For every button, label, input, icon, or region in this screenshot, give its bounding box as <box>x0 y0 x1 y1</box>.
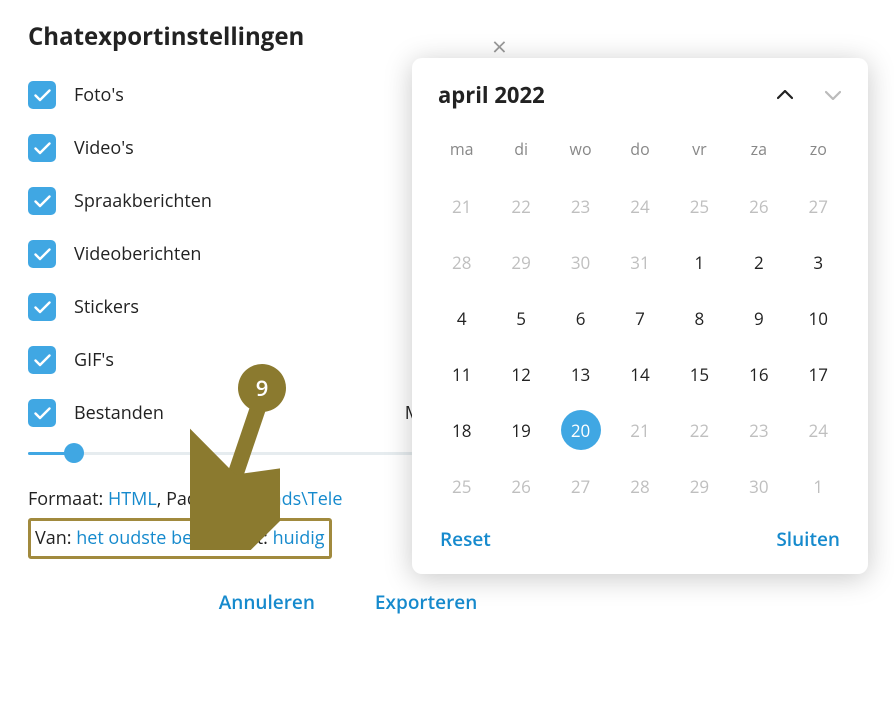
range-sep: , tot: <box>230 526 272 550</box>
checkbox-label: Bestanden <box>74 401 164 425</box>
calendar-day[interactable]: 7 <box>610 290 669 346</box>
annotation-badge: 9 <box>238 364 286 412</box>
calendar-day[interactable]: 12 <box>491 346 550 402</box>
calendar-day[interactable]: 22 <box>491 178 550 234</box>
calendar-day[interactable]: 28 <box>610 458 669 514</box>
date-range-line: Van: het oudste bericht, tot: huidig <box>35 524 325 553</box>
checkbox[interactable] <box>28 293 56 321</box>
calendar-day[interactable]: 30 <box>729 458 788 514</box>
slider-thumb[interactable] <box>64 443 84 463</box>
checkbox-label: Stickers <box>74 295 139 319</box>
date-range-highlight: Van: het oudste bericht, tot: huidig <box>28 518 332 559</box>
format-link[interactable]: HTML <box>108 487 157 511</box>
checkbox[interactable] <box>28 240 56 268</box>
chevron-down-icon[interactable] <box>824 86 842 104</box>
calendar-dow: zo <box>789 128 848 178</box>
range-to-link[interactable]: huidig <box>273 526 325 550</box>
calendar-day[interactable]: 29 <box>670 458 729 514</box>
checkbox[interactable] <box>28 346 56 374</box>
calendar-day[interactable]: 16 <box>729 346 788 402</box>
calendar-day[interactable]: 6 <box>551 290 610 346</box>
page-title: Chatexportinstellingen <box>28 20 508 53</box>
calendar-day[interactable]: 23 <box>551 178 610 234</box>
range-from-label: Van: <box>35 526 76 550</box>
calendar-footer: Reset Sluiten <box>432 518 848 554</box>
calendar-dow: vr <box>670 128 729 178</box>
calendar-day-selected[interactable]: 20 <box>551 402 610 458</box>
calendar-day[interactable]: 21 <box>610 402 669 458</box>
checkbox[interactable] <box>28 187 56 215</box>
calendar-dow: za <box>729 128 788 178</box>
calendar-day[interactable]: 22 <box>670 402 729 458</box>
calendar-day[interactable]: 15 <box>670 346 729 402</box>
checkbox-label: Videoberichten <box>74 242 201 266</box>
range-from-link[interactable]: het oudste bericht <box>76 526 230 550</box>
calendar-day[interactable]: 14 <box>610 346 669 402</box>
checkbox-label: Foto's <box>74 83 124 107</box>
calendar-grid: madiwodovrzazo21222324252627282930311234… <box>432 128 848 514</box>
chevron-up-icon[interactable] <box>776 86 794 104</box>
calendar-header: april 2022 <box>432 80 848 110</box>
calendar-day[interactable]: 3 <box>789 234 848 290</box>
calendar-day[interactable]: 30 <box>551 234 610 290</box>
format-label: Formaat: <box>28 487 108 511</box>
calendar-day[interactable]: 23 <box>729 402 788 458</box>
calendar-close-button[interactable]: Sluiten <box>776 526 840 552</box>
dialog-buttons: Annuleren Exporteren <box>28 589 508 615</box>
calendar-day[interactable]: 10 <box>789 290 848 346</box>
calendar-day[interactable]: 4 <box>432 290 491 346</box>
cancel-button[interactable]: Annuleren <box>219 589 315 615</box>
calendar-day[interactable]: 13 <box>551 346 610 402</box>
calendar-day[interactable]: 11 <box>432 346 491 402</box>
calendar-day[interactable]: 1 <box>670 234 729 290</box>
calendar-day[interactable]: 27 <box>789 178 848 234</box>
calendar-day[interactable]: 19 <box>491 402 550 458</box>
calendar-day[interactable]: 29 <box>491 234 550 290</box>
calendar-day[interactable]: 27 <box>551 458 610 514</box>
checkbox[interactable] <box>28 399 56 427</box>
calendar-day[interactable]: 5 <box>491 290 550 346</box>
calendar-day[interactable]: 28 <box>432 234 491 290</box>
calendar-day[interactable]: 8 <box>670 290 729 346</box>
calendar-dow: do <box>610 128 669 178</box>
calendar-popup: april 2022 madiwodovrzazo212223242526272… <box>412 58 868 574</box>
export-button[interactable]: Exporteren <box>375 589 477 615</box>
calendar-day[interactable]: 18 <box>432 402 491 458</box>
calendar-day[interactable]: 31 <box>610 234 669 290</box>
calendar-title: april 2022 <box>438 80 776 110</box>
calendar-reset-button[interactable]: Reset <box>440 526 491 552</box>
calendar-day[interactable]: 2 <box>729 234 788 290</box>
calendar-day[interactable]: 17 <box>789 346 848 402</box>
checkbox[interactable] <box>28 81 56 109</box>
calendar-day[interactable]: 25 <box>670 178 729 234</box>
calendar-day[interactable]: 21 <box>432 178 491 234</box>
calendar-day[interactable]: 1 <box>789 458 848 514</box>
calendar-dow: wo <box>551 128 610 178</box>
path-label: , Pad: <box>157 487 208 511</box>
calendar-day[interactable]: 24 <box>789 402 848 458</box>
calendar-day[interactable]: 26 <box>729 178 788 234</box>
calendar-day[interactable]: 24 <box>610 178 669 234</box>
calendar-day[interactable]: 26 <box>491 458 550 514</box>
calendar-day[interactable]: 9 <box>729 290 788 346</box>
checkbox-label: GIF's <box>74 348 114 372</box>
calendar-day[interactable]: 25 <box>432 458 491 514</box>
checkbox-label: Spraakberichten <box>74 189 212 213</box>
checkbox[interactable] <box>28 134 56 162</box>
calendar-dow: ma <box>432 128 491 178</box>
path-link[interactable]: Downloads\Tele <box>207 487 342 511</box>
checkbox-label: Video's <box>74 136 134 160</box>
calendar-dow: di <box>491 128 550 178</box>
